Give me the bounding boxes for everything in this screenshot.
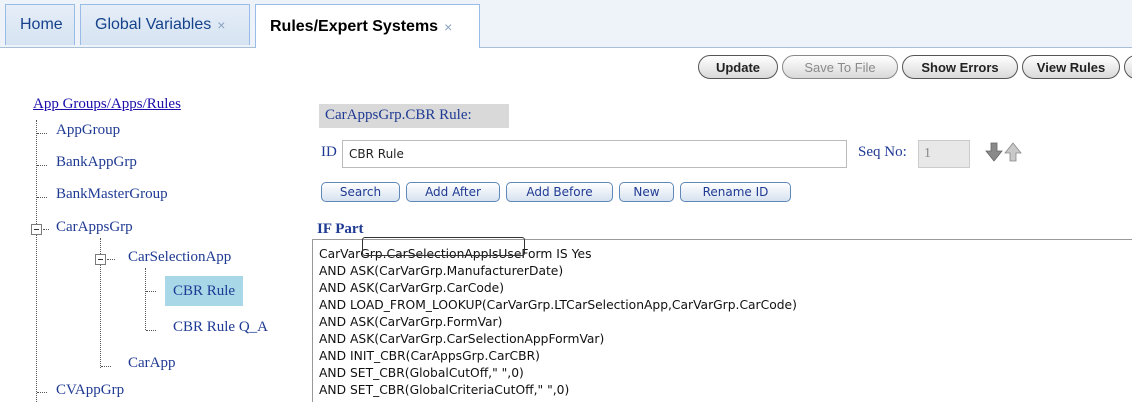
- tree-node-bankmastergroup[interactable]: BankMasterGroup: [56, 185, 168, 203]
- tree-node-carapp[interactable]: CarApp: [128, 354, 176, 372]
- close-icon[interactable]: ×: [444, 19, 452, 35]
- search-button[interactable]: Search: [321, 182, 400, 202]
- tree-connector: [43, 229, 49, 230]
- if-part-line: AND INIT_CBR(CarAppsGrp.CarCBR): [319, 349, 540, 363]
- new-button[interactable]: New: [619, 182, 674, 202]
- if-part-line: CarVarGrp.CarSelectionAppIsUseForm IS Ye…: [319, 247, 592, 261]
- arrow-down-icon[interactable]: [985, 142, 1003, 162]
- tree-connector: [146, 330, 156, 331]
- seq-no-field[interactable]: 1: [918, 140, 970, 168]
- collapse-icon[interactable]: [31, 224, 42, 235]
- tab-global-variables-label: Global Variables: [95, 16, 212, 33]
- tree-connector: [37, 392, 47, 393]
- tree-connector: [37, 197, 47, 198]
- tree-connector: [36, 120, 37, 402]
- if-part-line: AND ASK(CarVarGrp.CarSelectionAppFormVar…: [319, 332, 605, 346]
- if-part-line: AND SET_CBR(GlobalCutOff," ",0): [319, 366, 524, 380]
- id-label: ID: [321, 144, 337, 160]
- tree-title-link[interactable]: App Groups/Apps/Rules: [33, 96, 181, 113]
- tab-home[interactable]: Home: [5, 4, 75, 45]
- arrow-up-icon[interactable]: [1004, 142, 1022, 162]
- show-errors-button[interactable]: Show Errors: [902, 55, 1018, 79]
- if-part-label: IF Part: [317, 221, 364, 237]
- rule-header: CarAppsGrp.CBR Rule:: [319, 104, 509, 128]
- view-rules-button[interactable]: View Rules: [1022, 55, 1120, 79]
- tree-node-cbr-rule[interactable]: CBR Rule: [165, 276, 244, 306]
- tree-node-cbr-rule-qa[interactable]: CBR Rule Q_A: [173, 318, 268, 336]
- save-to-file-button[interactable]: Save To File: [782, 55, 898, 79]
- tree-node-bankappgrp[interactable]: BankAppGrp: [56, 153, 137, 171]
- id-field[interactable]: CBR Rule: [342, 140, 847, 168]
- tree-node-cvappgrp[interactable]: CVAppGrp: [56, 381, 124, 399]
- tree-node-carappsgrp[interactable]: CarAppsGrp: [56, 218, 133, 236]
- toolbar: Update Save To File Show Errors View Rul…: [0, 55, 1132, 81]
- if-part-line: AND ASK(CarVarGrp.CarCode): [319, 281, 505, 295]
- if-part-line: AND ASK(CarVarGrp.FormVar): [319, 315, 503, 329]
- if-part-line: AND SET_CBR(GlobalCriteriaCutOff," ",0): [319, 383, 570, 397]
- if-part-editor[interactable]: CarVarGrp.CarSelectionAppIsUseForm IS Ye…: [312, 239, 1132, 402]
- add-before-button[interactable]: Add Before: [506, 182, 613, 202]
- if-part-line: AND ASK(CarVarGrp.ManufacturerDate): [319, 264, 564, 278]
- close-icon[interactable]: ×: [217, 17, 225, 33]
- tree-connector: [37, 165, 47, 166]
- id-field-value: CBR Rule: [349, 147, 404, 161]
- overflow-button[interactable]: [1124, 55, 1132, 79]
- rename-id-button[interactable]: Rename ID: [680, 182, 791, 202]
- tree-connector: [107, 259, 115, 260]
- tree-connector: [145, 268, 146, 330]
- tab-global-variables[interactable]: Global Variables ×: [80, 4, 250, 45]
- seq-no-value: 1: [924, 146, 931, 161]
- seq-no-label: Seq No:: [858, 144, 907, 160]
- tab-rules-expert-systems[interactable]: Rules/Expert Systems ×: [255, 4, 480, 48]
- tree-connector: [37, 133, 47, 134]
- update-button[interactable]: Update: [698, 55, 778, 79]
- tab-home-label: Home: [20, 16, 63, 33]
- tree-node-appgroup[interactable]: AppGroup: [56, 121, 120, 139]
- tab-bar: Home Global Variables × Rules/Expert Sys…: [0, 0, 1132, 48]
- add-after-button[interactable]: Add After: [406, 182, 500, 202]
- if-part-line: AND LOAD_FROM_LOOKUP(CarVarGrp.LTCarSele…: [319, 298, 797, 312]
- tree-connector: [101, 366, 111, 367]
- tree-node-carselectionapp[interactable]: CarSelectionApp: [128, 248, 231, 266]
- tree-connector: [146, 291, 156, 292]
- tab-rules-label: Rules/Expert Systems: [270, 17, 439, 35]
- collapse-icon[interactable]: [95, 254, 106, 265]
